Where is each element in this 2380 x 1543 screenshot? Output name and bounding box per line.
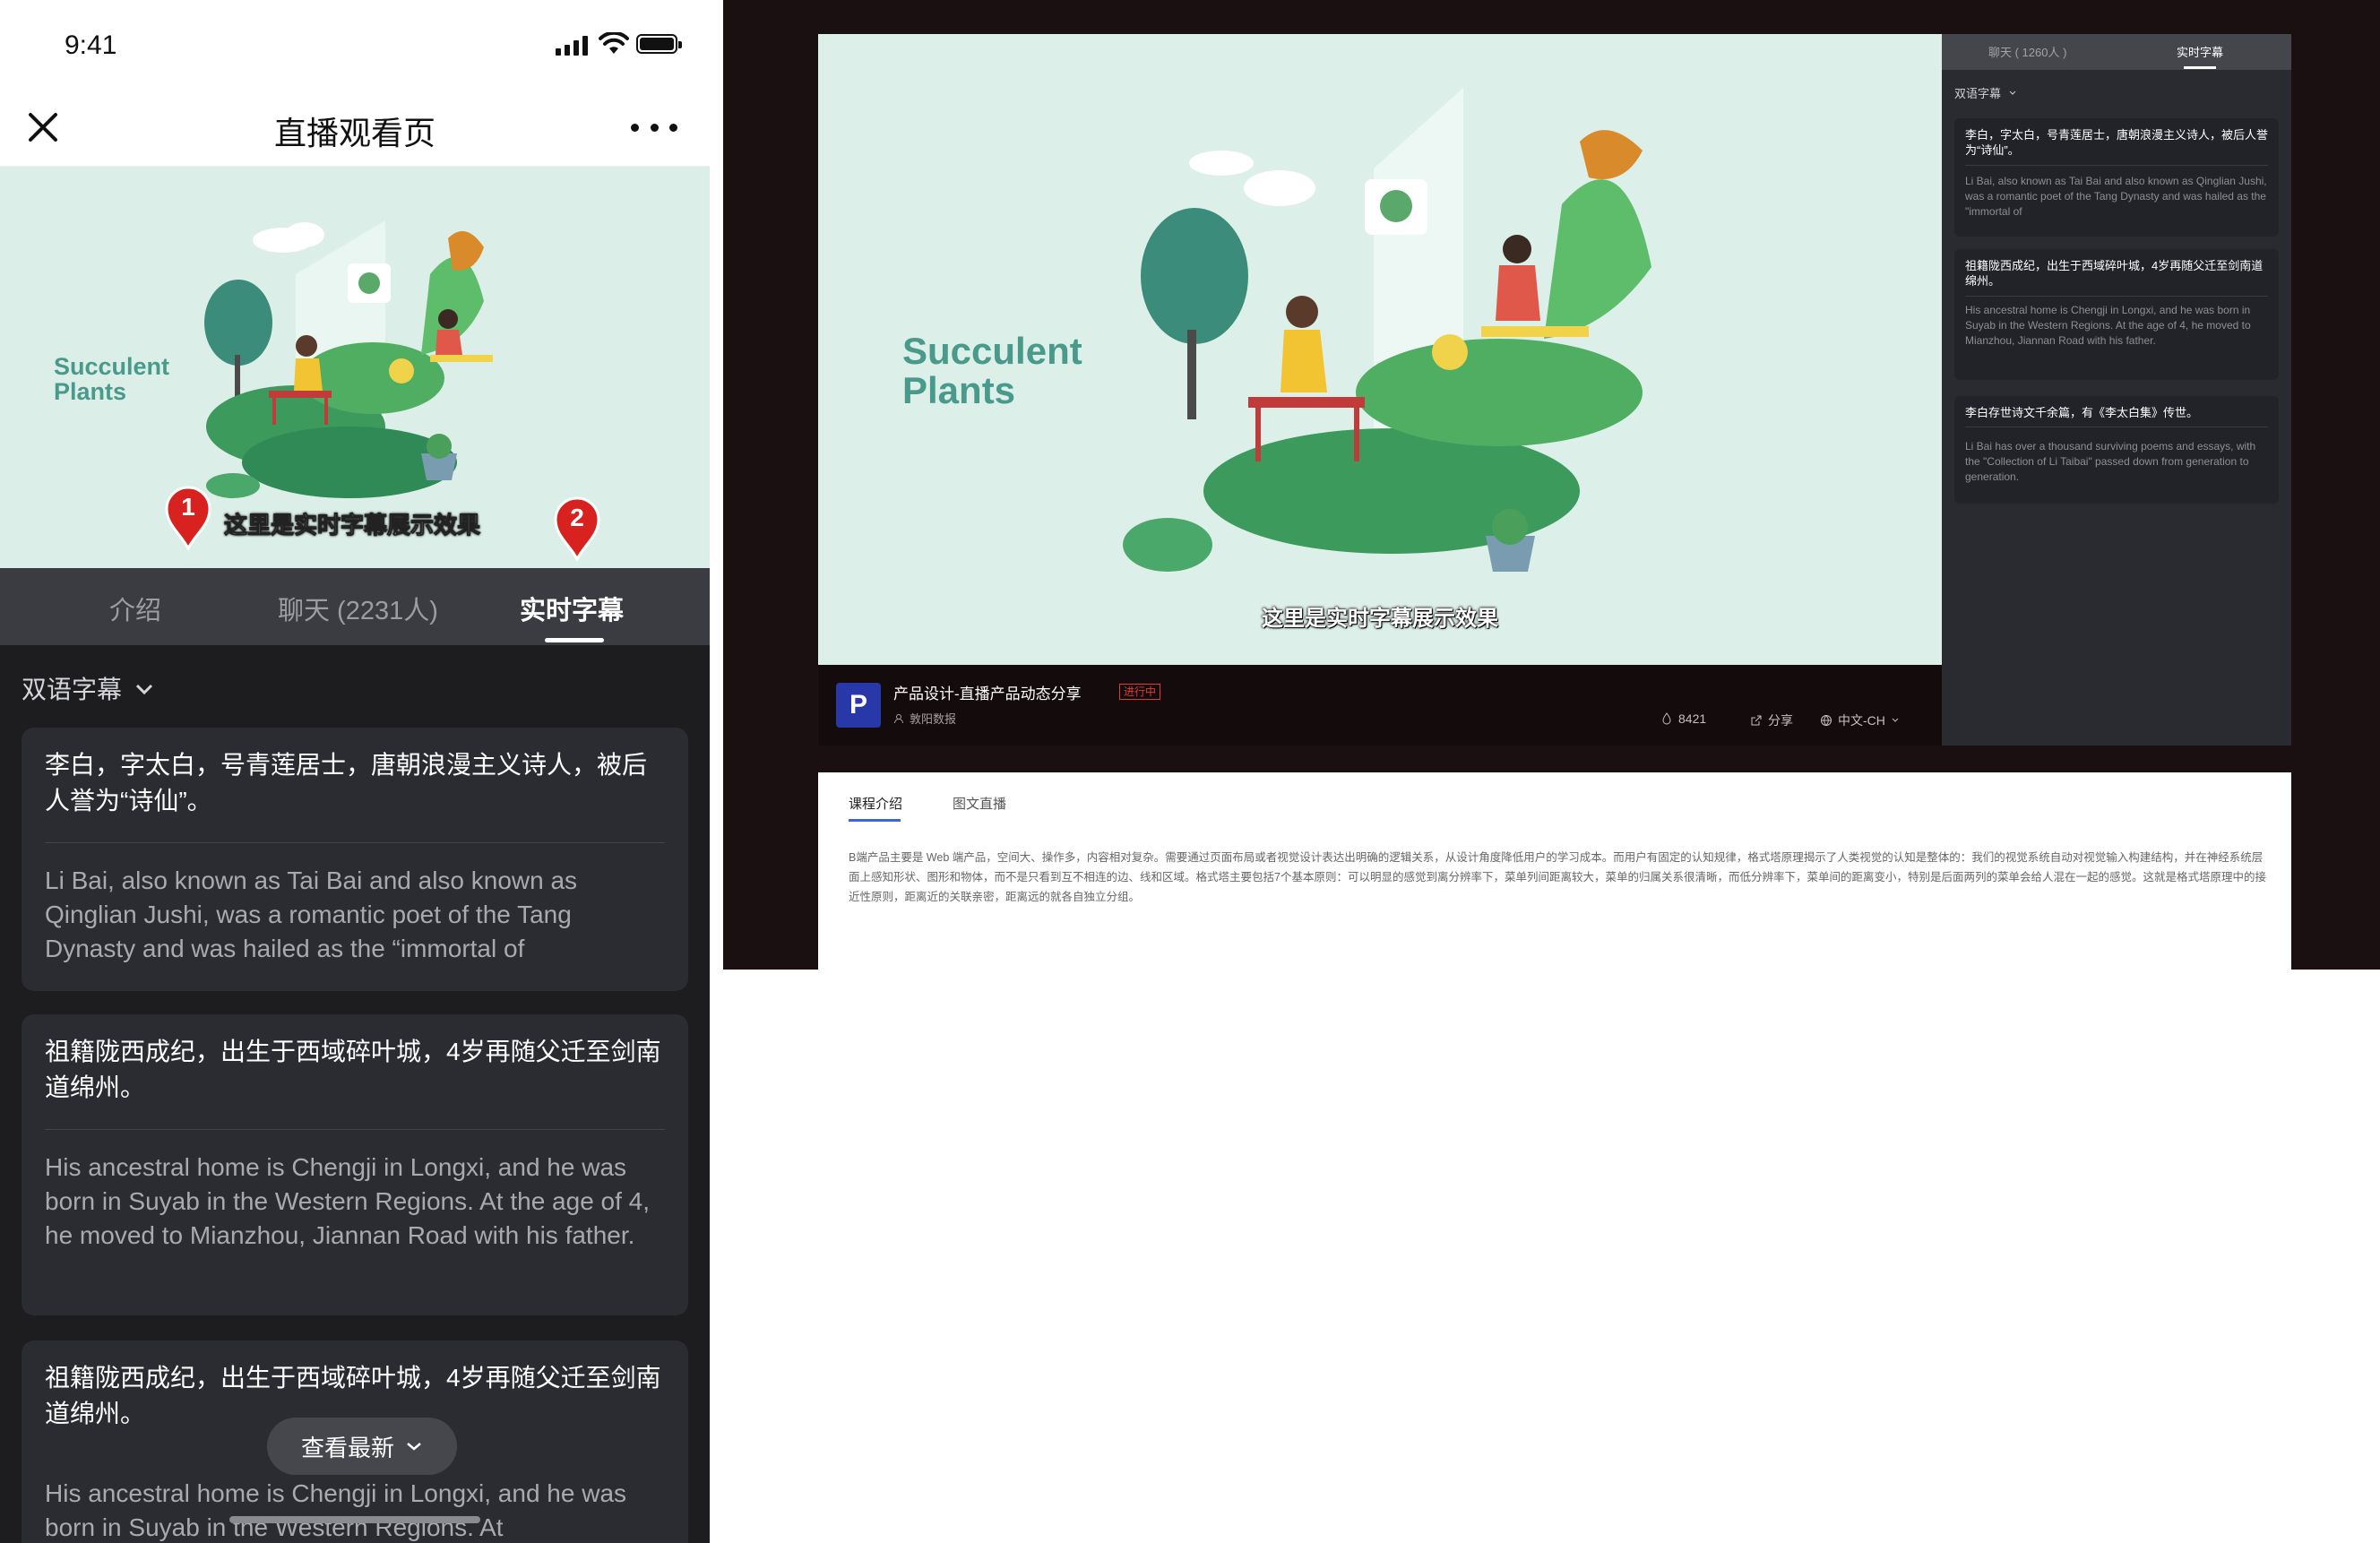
tab-indicator: [2184, 66, 2216, 69]
chevron-down-icon: [1892, 718, 1899, 722]
subtitle-en: Li Bai, also known as Tai Bai and also k…: [1965, 175, 2267, 218]
desktop-live-page: Succulent Plants 这里是实时字幕展示效果 P 产品设计-直播产品…: [723, 0, 2380, 970]
brand-text: Succulent: [54, 353, 169, 380]
subtitle-en: His ancestral home is Chengji in Longxi,…: [45, 1153, 651, 1249]
video-illustration: Succulent Plants: [818, 34, 1942, 665]
video-player[interactable]: Succulent Plants 这里是实时字幕展示效果 1 2: [0, 167, 710, 568]
tab-chat[interactable]: 聊天 ( 1260人 ): [1988, 43, 2066, 60]
subtitle-en: His ancestral home is Chengji in Longxi,…: [45, 1479, 627, 1541]
like-count: 8421: [1678, 711, 1707, 726]
home-indicator: [229, 1516, 480, 1523]
see-latest-button[interactable]: 查看最新: [267, 1418, 457, 1475]
subtitle-zh: 李白，字太白，号青莲居士，唐朝浪漫主义诗人，被后人誉为“诗仙”。: [1965, 128, 2269, 157]
chevron-down-icon: [407, 1443, 421, 1451]
subtitle-card: 祖籍陇西成纪，出生于西域碎叶城，4岁再随父迁至剑南道绵州。 His ancest…: [22, 1014, 688, 1315]
battery-icon: [636, 34, 682, 54]
subtitle-zh: 祖籍陇西成纪，出生于西域碎叶城，4岁再随父迁至剑南道绵州。: [1965, 259, 2264, 288]
user-icon: [894, 713, 903, 723]
tab-live-subtitles[interactable]: 实时字幕: [520, 590, 624, 627]
course-description: B端产品主要是 Web 端产品，空间大、操作多，内容相对复杂。需要通过页面布局或…: [849, 851, 2266, 903]
brand-text: Plants: [54, 378, 126, 405]
tab-chat[interactable]: 聊天 (2231人): [278, 590, 438, 627]
subtitle-card: 祖籍陇西成纪，出生于西域碎叶城，4岁再随父迁至剑南道绵州。 His ancest…: [1954, 249, 2279, 380]
video-player[interactable]: Succulent Plants 这里是实时字幕展示效果: [818, 34, 1942, 665]
live-subtitle: 这里是实时字幕展示效果: [223, 512, 481, 539]
see-latest-label: 查看最新: [300, 1434, 394, 1461]
mobile-live-page: 9:41 直播观看页 Succulent Plants 这里是实时字幕展示效果 …: [0, 0, 710, 1543]
tab-intro[interactable]: 介绍: [109, 590, 161, 627]
signal-icon: [556, 36, 588, 56]
host-label: 敦阳数报: [910, 712, 957, 726]
stream-title: 产品设计-直播产品动态分享: [893, 685, 1082, 703]
subtitle-zh: 祖籍陇西成纪，出生于西域碎叶城，4岁再随父迁至剑南道绵州。: [45, 1038, 661, 1101]
mobile-tabs: 介绍 聊天 (2231人) 实时字幕: [0, 568, 710, 645]
marker-pin-icon: 2: [552, 495, 602, 561]
course-info-panel: 课程介绍 图文直播 B端产品主要是 Web 端产品，空间大、操作多，内容相对复杂…: [818, 772, 2291, 970]
subtitle-card: 李白存世诗文千余篇，有《李太白集》传世。 Li Bai has over a t…: [1954, 396, 2279, 504]
subtitle-en: His ancestral home is Chengji in Longxi,…: [1965, 304, 2251, 347]
subtitle-language-label: 双语字幕: [1954, 87, 2002, 100]
subtitle-card: 李白，字太白，号青莲居士，唐朝浪漫主义诗人，被后人誉为“诗仙”。 Li Bai,…: [22, 728, 688, 991]
status-bar: 9:41: [0, 0, 710, 90]
more-icon[interactable]: [631, 109, 677, 145]
wifi-icon: [599, 32, 629, 54]
globe-icon: [1821, 715, 1832, 727]
subtitle-zh: 李白，字太白，号青莲居士，唐朝浪漫主义诗人，被后人誉为“诗仙”。: [45, 751, 648, 815]
marker-pin-icon: 1: [163, 484, 213, 550]
live-subtitle: 这里是实时字幕展示效果: [1262, 607, 1498, 631]
divider: [45, 842, 665, 843]
tab-text-live[interactable]: 图文直播: [953, 794, 1006, 813]
share-button[interactable]: 分享: [1750, 711, 1793, 729]
subtitle-en: Li Bai, also known as Tai Bai and also k…: [45, 866, 578, 962]
like-icon: [1662, 712, 1671, 725]
tab-live-subtitles[interactable]: 实时字幕: [2177, 43, 2223, 60]
subtitle-language-select[interactable]: 双语字幕: [1954, 84, 2017, 101]
like-button[interactable]: 8421: [1660, 711, 1706, 726]
subtitle-card: 李白，字太白，号青莲居士，唐朝浪漫主义诗人，被后人誉为“诗仙”。 Li Bai,…: [1954, 118, 2279, 237]
divider: [45, 1129, 665, 1130]
subtitle-language-label: 双语字幕: [22, 676, 123, 703]
divider: [1965, 296, 2268, 297]
page-title: 直播观看页: [273, 115, 435, 151]
share-label: 分享: [1768, 713, 1793, 728]
chevron-down-icon: [135, 684, 153, 695]
channel-logo: P: [836, 683, 881, 728]
subtitle-language-select[interactable]: 双语字幕: [22, 670, 154, 706]
brand-text: Plants: [902, 369, 1015, 411]
status-time: 9:41: [65, 30, 117, 60]
tab-course-intro[interactable]: 课程介绍: [849, 794, 902, 813]
marker-number: 1: [181, 493, 195, 521]
language-label: 中文-CH: [1838, 713, 1885, 728]
subtitle-zh: 李白存世诗文千余篇，有《李太白集》传世。: [1965, 406, 2199, 419]
chevron-down-icon: [2009, 91, 2016, 95]
subtitle-side-panel: 聊天 ( 1260人 ) 实时字幕 双语字幕 李白，字太白，号青莲居士，唐朝浪漫…: [1942, 34, 2291, 746]
side-tabs: 聊天 ( 1260人 ) 实时字幕: [1942, 34, 2291, 70]
language-select[interactable]: 中文-CH: [1820, 711, 1900, 729]
nav-bar: 直播观看页: [0, 90, 710, 167]
tab-indicator: [545, 638, 604, 642]
tab-indicator: [849, 819, 901, 822]
divider: [1965, 165, 2268, 166]
marker-number: 2: [570, 504, 584, 531]
share-icon: [1751, 715, 1762, 726]
stream-info-bar: P 产品设计-直播产品动态分享 进行中 敦阳数报 8421 分享 中文-CH: [818, 665, 1942, 746]
status-badge: 进行中: [1119, 684, 1161, 700]
host-name: 敦阳数报: [893, 710, 956, 727]
subtitle-en: Li Bai has over a thousand surviving poe…: [1965, 440, 2256, 483]
brand-text: Succulent: [902, 330, 1082, 372]
